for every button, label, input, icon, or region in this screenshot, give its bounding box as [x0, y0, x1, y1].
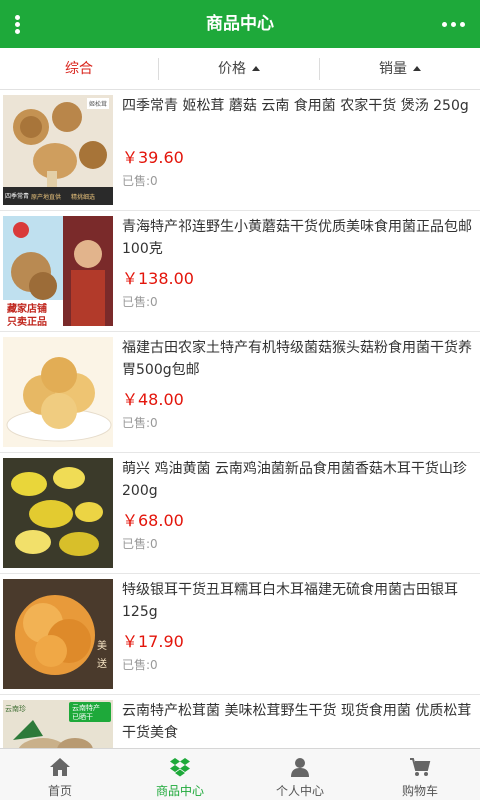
product-sold: 已售:0: [122, 295, 158, 309]
dropbox-icon: [170, 758, 190, 777]
product-image[interactable]: [3, 458, 113, 568]
image-caption: 美: [97, 641, 107, 652]
house-icon: [50, 758, 70, 776]
product-item[interactable]: 美 送 特级银耳干货丑耳糯耳白木耳福建无硫食用菌古田银耳125g ￥17.90 …: [0, 574, 480, 695]
image-caption: 精挑细选: [71, 194, 96, 201]
product-item[interactable]: 姬松茸 原产地直供 精挑细选 四季常青 四季常青 姬松茸 蘑菇 云南 食用菌 农…: [0, 90, 480, 211]
image-caption: 只卖正品: [7, 317, 47, 326]
product-item[interactable]: 福建古田农家土特产有机特级菌菇猴头菇粉食用菌干货养胃500g包邮 ￥48.00 …: [0, 332, 480, 453]
product-price: ￥138.00: [122, 269, 194, 288]
product-name[interactable]: 福建古田农家土特产有机特级菌菇猴头菇粉食用菌干货养胃500g包邮: [122, 337, 476, 381]
sort-sales[interactable]: 销量: [320, 48, 480, 90]
sort-price-label: 价格: [218, 61, 246, 77]
tab-products[interactable]: 商品中心: [120, 749, 240, 800]
product-image[interactable]: 美 送: [3, 579, 113, 689]
sort-comprehensive-label: 综合: [65, 61, 93, 77]
bottom-tab-bar: 首页 商品中心 个人中心 购物车: [0, 748, 480, 800]
product-image[interactable]: 姬松茸 原产地直供 精挑细选 四季常青: [3, 95, 113, 205]
image-badge: 姬松茸: [87, 98, 110, 109]
product-item[interactable]: 云南珍 云南特产 已晒干 云南特产松茸菌 美味松茸野生干货 现货食用菌 优质松茸…: [0, 695, 480, 748]
product-price: ￥17.90: [122, 632, 184, 651]
tab-cart-label: 购物车: [401, 784, 438, 798]
product-price: ￥39.60: [122, 148, 184, 167]
product-name[interactable]: 云南特产松茸菌 美味松茸野生干货 现货食用菌 优质松茸干货美食: [122, 700, 476, 744]
product-price: ￥68.00: [122, 511, 184, 530]
page-title: 商品中心: [206, 14, 274, 34]
product-name[interactable]: 特级银耳干货丑耳糯耳白木耳福建无硫食用菌古田银耳125g: [122, 579, 476, 623]
sort-up-arrow-icon: [413, 66, 421, 71]
tab-profile-label: 个人中心: [275, 784, 324, 798]
sort-comprehensive[interactable]: 综合: [0, 48, 158, 90]
product-sold: 已售:0: [122, 537, 158, 551]
more-button[interactable]: [438, 6, 470, 42]
product-name[interactable]: 四季常青 姬松茸 蘑菇 云南 食用菌 农家干货 煲汤 250g: [122, 95, 476, 117]
product-item[interactable]: 藏家店铺 只卖正品 青海特产祁连野生小黄蘑菇干货优质美味食用菌正品包邮100克 …: [0, 211, 480, 332]
sort-bar: 综合 价格 销量: [0, 48, 480, 90]
product-sold: 已售:0: [122, 174, 158, 188]
tab-profile[interactable]: 个人中心: [240, 749, 360, 800]
image-caption: 送: [97, 659, 107, 670]
tab-products-label: 商品中心: [155, 784, 204, 798]
product-list: 姬松茸 原产地直供 精挑细选 四季常青 四季常青 姬松茸 蘑菇 云南 食用菌 农…: [0, 90, 480, 748]
sort-price[interactable]: 价格: [159, 48, 319, 90]
product-image[interactable]: 云南珍 云南特产 已晒干: [3, 700, 113, 748]
image-caption: 原产地直供: [31, 194, 62, 201]
sort-sales-label: 销量: [379, 61, 407, 77]
product-item[interactable]: 萌兴 鸡油黄菌 云南鸡油菌新品食用菌香菇木耳干货山珍200g ￥68.00 已售…: [0, 453, 480, 574]
product-name[interactable]: 萌兴 鸡油黄菌 云南鸡油菌新品食用菌香菇木耳干货山珍200g: [122, 458, 476, 502]
sort-up-arrow-icon: [252, 66, 260, 71]
product-image[interactable]: 藏家店铺 只卖正品: [3, 216, 113, 326]
tab-home-label: 首页: [47, 784, 72, 798]
image-caption: 云南珍: [5, 705, 26, 713]
product-image[interactable]: [3, 337, 113, 447]
product-sold: 已售:0: [122, 416, 158, 430]
top-bar: 商品中心: [0, 0, 480, 48]
image-badge: 已晒干: [72, 713, 93, 721]
product-sold: 已售:0: [122, 658, 158, 672]
image-logo-text: 四季常青: [5, 193, 30, 200]
tab-cart[interactable]: 购物车: [360, 749, 480, 800]
product-price: ￥48.00: [122, 390, 184, 409]
tab-home[interactable]: 首页: [0, 749, 120, 800]
person-icon: [291, 758, 309, 777]
product-name[interactable]: 青海特产祁连野生小黄蘑菇干货优质美味食用菌正品包邮100克: [122, 216, 476, 260]
cart-icon: [410, 758, 431, 776]
